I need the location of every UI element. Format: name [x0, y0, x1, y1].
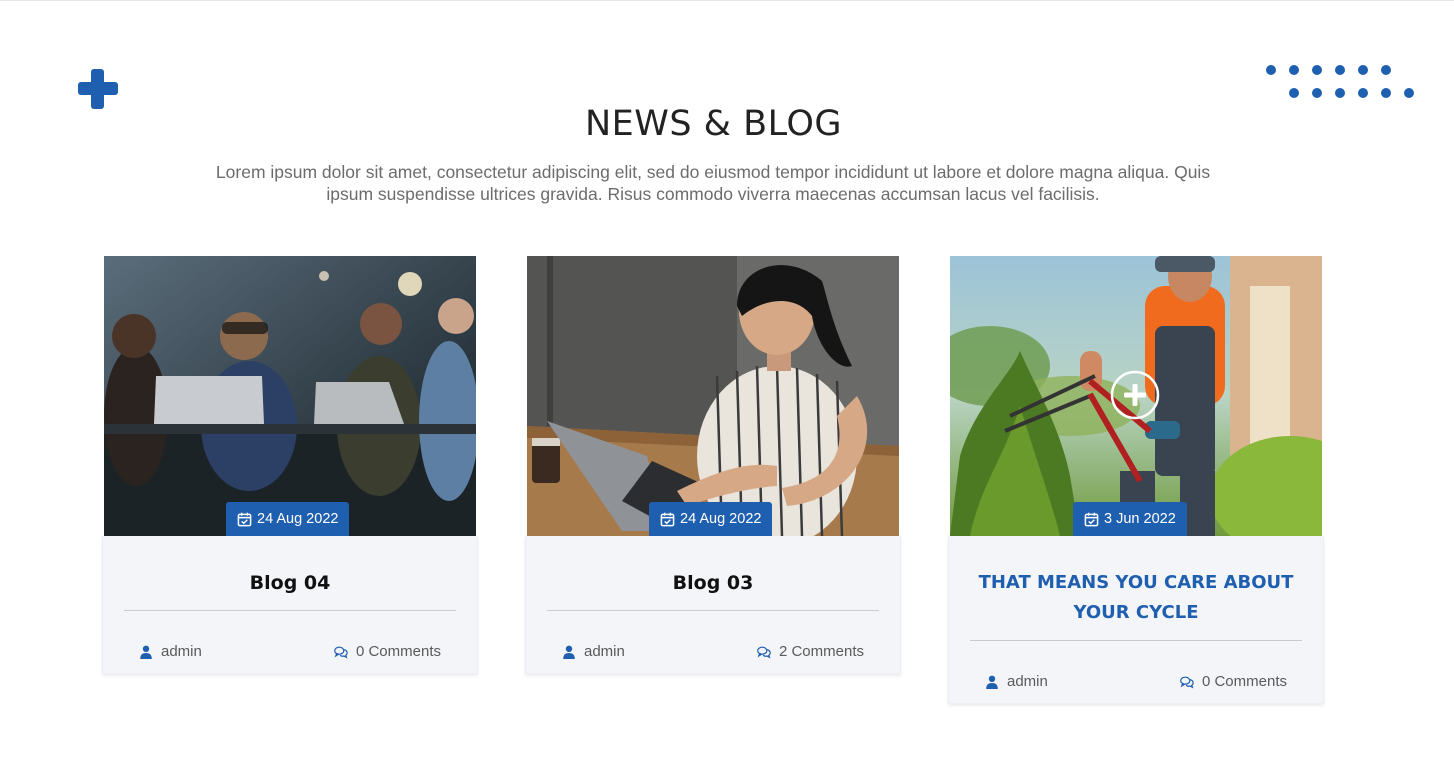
plus-circle-icon[interactable]: [1110, 370, 1160, 420]
calendar-check-icon: [237, 512, 252, 526]
comments-count: 0 Comments: [355, 643, 441, 660]
section-title: NEWS & BLOG: [584, 104, 843, 144]
blog-card-body: THAT MEANS YOU CARE ABOUT YOUR CYCLE adm…: [948, 536, 1324, 704]
post-author[interactable]: admin: [562, 643, 625, 661]
post-comments[interactable]: 0 Comments: [1180, 673, 1287, 691]
comments-icon: [334, 646, 348, 658]
post-date: 24 Aug 2022: [257, 511, 339, 527]
section-description: Lorem ipsum dolor sit amet, consectetur …: [215, 162, 1211, 204]
comments-count: 2 Comments: [778, 643, 864, 660]
post-author[interactable]: admin: [139, 643, 202, 661]
comments-count: 0 Comments: [1201, 673, 1287, 690]
post-title[interactable]: Blog 04: [103, 536, 477, 598]
user-icon: [563, 645, 575, 659]
calendar-check-icon: [660, 512, 675, 526]
post-title[interactable]: Blog 03: [526, 536, 900, 598]
blog-image-woman-laptop[interactable]: [527, 256, 899, 536]
decorative-plus-icon: [78, 69, 118, 109]
post-date-badge: 24 Aug 2022: [649, 502, 773, 536]
blog-image-team-meeting[interactable]: [104, 256, 476, 536]
user-icon: [140, 645, 152, 659]
post-date: 24 Aug 2022: [680, 511, 762, 527]
decorative-dots: [1262, 63, 1422, 103]
post-author[interactable]: admin: [985, 673, 1048, 691]
post-date-badge: 24 Aug 2022: [226, 502, 350, 536]
comments-icon: [757, 646, 771, 658]
author-name: admin: [1007, 673, 1048, 690]
post-comments[interactable]: 2 Comments: [757, 643, 864, 661]
comments-icon: [1180, 676, 1194, 688]
user-icon: [986, 675, 998, 689]
blog-image-gardener[interactable]: [950, 256, 1322, 536]
blog-card-body: Blog 04 admin 0 Comments: [102, 536, 478, 674]
post-date: 3 Jun 2022: [1104, 511, 1176, 527]
post-date-badge: 3 Jun 2022: [1073, 502, 1187, 536]
author-name: admin: [161, 643, 202, 660]
author-name: admin: [584, 643, 625, 660]
post-comments[interactable]: 0 Comments: [334, 643, 441, 661]
blog-card-body: Blog 03 admin 2 Comments: [525, 536, 901, 674]
calendar-check-icon: [1084, 512, 1099, 526]
post-title[interactable]: THAT MEANS YOU CARE ABOUT YOUR CYCLE: [949, 536, 1323, 628]
top-divider: [0, 0, 1454, 1]
